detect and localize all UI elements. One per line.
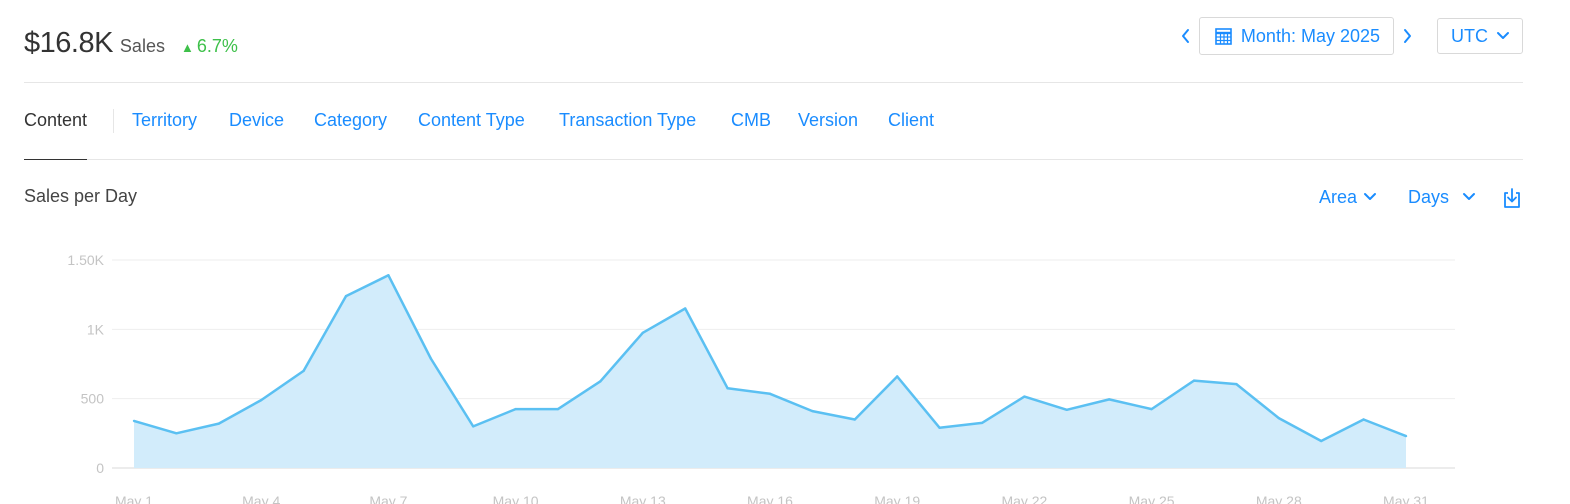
x-tick-label: May 1 <box>115 493 153 504</box>
y-tick-label: 500 <box>81 391 105 407</box>
granularity-dropdown[interactable]: Days <box>1408 187 1476 208</box>
data-point <box>1108 398 1111 401</box>
period-selector: Month: May 2025 UTC <box>1177 17 1523 55</box>
data-point <box>1192 379 1196 382</box>
data-point <box>1235 382 1238 386</box>
x-tick-label: May 16 <box>747 493 793 504</box>
tab-version[interactable]: Version <box>798 82 858 159</box>
sales-area-chart: 0 500 1K 1.50K May 1 May 4 May 7 May 10 May 13 Ma… <box>67 252 1455 504</box>
data-point <box>472 425 475 428</box>
data-point <box>217 422 220 425</box>
data-point <box>811 409 814 413</box>
series-area <box>134 275 1406 468</box>
x-tick-label: May 13 <box>620 493 666 504</box>
chevron-down-icon <box>1463 193 1476 200</box>
x-tick-label: May 10 <box>493 493 539 504</box>
chart-controls: Area Days <box>1319 184 1476 210</box>
data-point <box>1150 407 1153 411</box>
x-tick-label: May 31 <box>1383 493 1429 504</box>
granularity-label: Days <box>1408 186 1450 207</box>
tab-divider <box>113 109 114 133</box>
tab-client[interactable]: Client <box>888 82 934 159</box>
calendar-icon <box>1215 27 1232 45</box>
data-point <box>768 392 772 395</box>
chevron-left-icon[interactable] <box>1177 18 1195 54</box>
data-point <box>938 426 941 429</box>
chevron-down-icon <box>1497 32 1509 39</box>
month-picker-button[interactable]: Month: May 2025 <box>1198 17 1394 55</box>
chart-type-dropdown[interactable]: Area <box>1319 187 1377 208</box>
tab-territory[interactable]: Territory <box>132 82 197 159</box>
data-point <box>641 331 644 334</box>
data-point <box>1277 416 1281 420</box>
tab-category[interactable]: Category <box>314 82 387 159</box>
x-tick-label: May 19 <box>874 493 920 504</box>
tab-cmb[interactable]: CMB <box>731 82 771 159</box>
data-point <box>896 375 899 378</box>
x-tick-label: May 28 <box>1256 493 1302 504</box>
sales-summary: $16.8K Sales ▲ 6.7% <box>24 27 238 60</box>
data-point <box>556 407 560 411</box>
x-tick-label: May 22 <box>1001 493 1047 504</box>
data-point <box>726 387 729 390</box>
tab-content-type[interactable]: Content Type <box>418 82 525 159</box>
data-point <box>1404 434 1408 438</box>
up-triangle-icon: ▲ <box>180 40 194 55</box>
data-point <box>1320 439 1323 443</box>
dimension-tabs: Content Territory Device Category Conten… <box>24 82 1523 160</box>
data-point <box>980 421 984 425</box>
data-point <box>302 369 305 373</box>
sales-dashboard: $16.8K Sales ▲ 6.7% Month: May 2025 UTC … <box>0 0 1570 504</box>
total-sales-label: Sales <box>119 36 165 56</box>
data-point <box>132 419 136 423</box>
data-point <box>1362 418 1365 421</box>
data-point <box>514 407 517 411</box>
y-tick-label: 0 <box>96 460 104 476</box>
data-point <box>684 307 687 310</box>
data-point <box>853 418 856 421</box>
data-point <box>175 432 178 435</box>
data-point <box>429 357 432 360</box>
chart-title: Sales per Day <box>24 186 138 206</box>
x-tick-label: May 7 <box>369 493 407 504</box>
x-tick-label: May 4 <box>242 493 280 504</box>
data-point <box>599 380 602 383</box>
timezone-dropdown[interactable]: UTC <box>1437 18 1523 54</box>
sales-change-value: 6.7% <box>196 36 238 56</box>
chevron-right-icon[interactable] <box>1398 18 1416 54</box>
download-icon <box>1504 188 1520 208</box>
data-point <box>260 398 263 402</box>
month-picker-label: Month: May 2025 <box>1240 25 1380 46</box>
timezone-label: UTC <box>1451 25 1488 46</box>
sales-change-badge: ▲ 6.7% <box>181 36 238 57</box>
y-tick-label: 1.50K <box>67 252 104 268</box>
data-point <box>1023 395 1026 398</box>
data-point <box>387 274 390 277</box>
tab-transaction-type[interactable]: Transaction Type <box>559 82 696 159</box>
data-point <box>344 294 348 298</box>
tab-device[interactable]: Device <box>229 82 284 159</box>
y-tick-label: 1K <box>87 321 105 337</box>
data-point <box>1065 408 1069 411</box>
tab-content[interactable]: Content <box>24 82 88 160</box>
total-sales-value: $16.8K <box>24 27 113 59</box>
download-button[interactable] <box>1501 187 1523 209</box>
chart-type-label: Area <box>1319 186 1358 207</box>
chevron-down-icon <box>1364 193 1377 200</box>
summary-header: $16.8K Sales ▲ 6.7% Month: May 2025 UTC <box>24 0 1523 83</box>
x-tick-label: May 25 <box>1129 493 1175 504</box>
